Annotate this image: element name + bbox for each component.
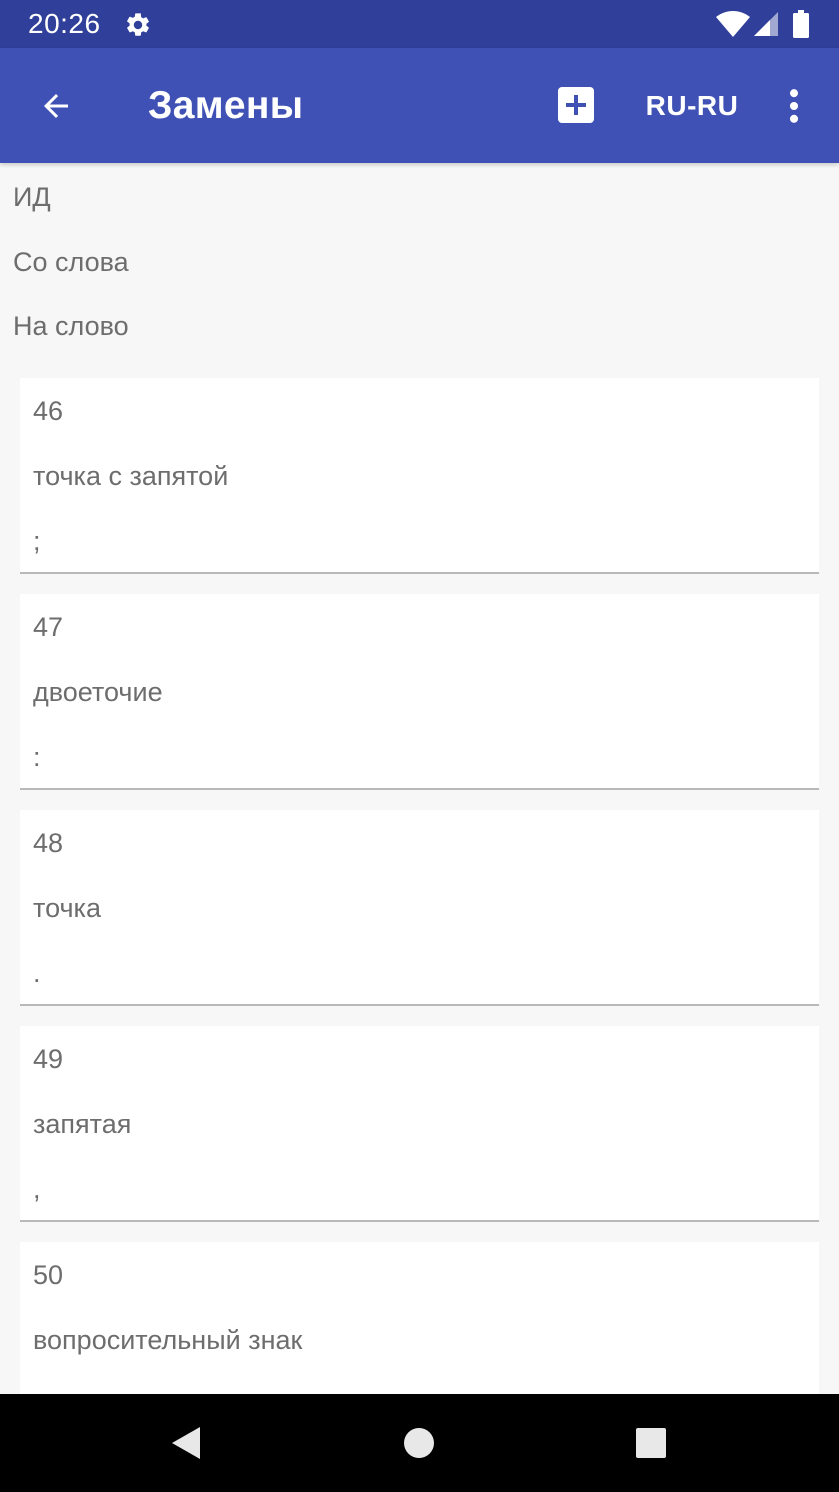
more-vert-icon <box>789 89 799 123</box>
from-word-header-label: Со слова <box>13 247 129 277</box>
id-header-label: ИД <box>13 182 51 212</box>
nav-back-icon[interactable] <box>168 1425 204 1461</box>
list-item[interactable]: 49 запятая , <box>20 1026 819 1222</box>
arrow-left-icon <box>44 94 68 118</box>
status-bar: 20:26 <box>0 0 839 48</box>
item-id: 49 <box>33 1044 64 1074</box>
gear-icon <box>127 13 149 36</box>
item-id: 47 <box>33 612 64 642</box>
signal-icon <box>754 12 778 36</box>
item-to-word: . <box>33 958 41 988</box>
page-title: Замены <box>148 84 304 127</box>
item-to-word: ; <box>33 526 41 556</box>
add-button[interactable] <box>552 81 600 129</box>
item-from-word: точка с запятой <box>33 461 229 491</box>
list-item[interactable]: 47 двоеточие : <box>20 594 819 790</box>
nav-recent-icon[interactable] <box>635 1427 667 1459</box>
item-id: 46 <box>33 396 64 426</box>
nav-home-icon[interactable] <box>403 1427 435 1459</box>
to-word-header-label: На слово <box>13 311 129 341</box>
item-from-word: вопросительный знак <box>33 1325 303 1355</box>
list-item[interactable]: 46 точка с запятой ; <box>20 378 819 574</box>
navigation-bar <box>0 1394 839 1492</box>
item-from-word: точка <box>33 893 101 923</box>
back-button[interactable] <box>26 78 86 134</box>
item-to-word: : <box>33 742 41 772</box>
item-id: 50 <box>33 1260 64 1290</box>
item-from-word: запятая <box>33 1109 132 1139</box>
list-item[interactable]: 48 точка . <box>20 810 819 1006</box>
item-id: 48 <box>33 828 64 858</box>
language-button[interactable]: RU-RU <box>640 84 744 128</box>
more-options-button[interactable] <box>772 82 816 130</box>
status-time: 20:26 <box>28 8 101 39</box>
item-to-word: , <box>33 1174 41 1204</box>
replacement-list[interactable]: 46 точка с запятой ; 47 двоеточие : 48 т… <box>0 378 839 1394</box>
add-box-icon <box>558 87 594 123</box>
app-bar: Замены RU-RU <box>0 48 839 163</box>
item-from-word: двоеточие <box>33 677 163 707</box>
list-item[interactable]: 50 вопросительный знак <box>20 1242 819 1394</box>
battery-icon <box>793 10 809 38</box>
wifi-icon <box>716 11 750 37</box>
